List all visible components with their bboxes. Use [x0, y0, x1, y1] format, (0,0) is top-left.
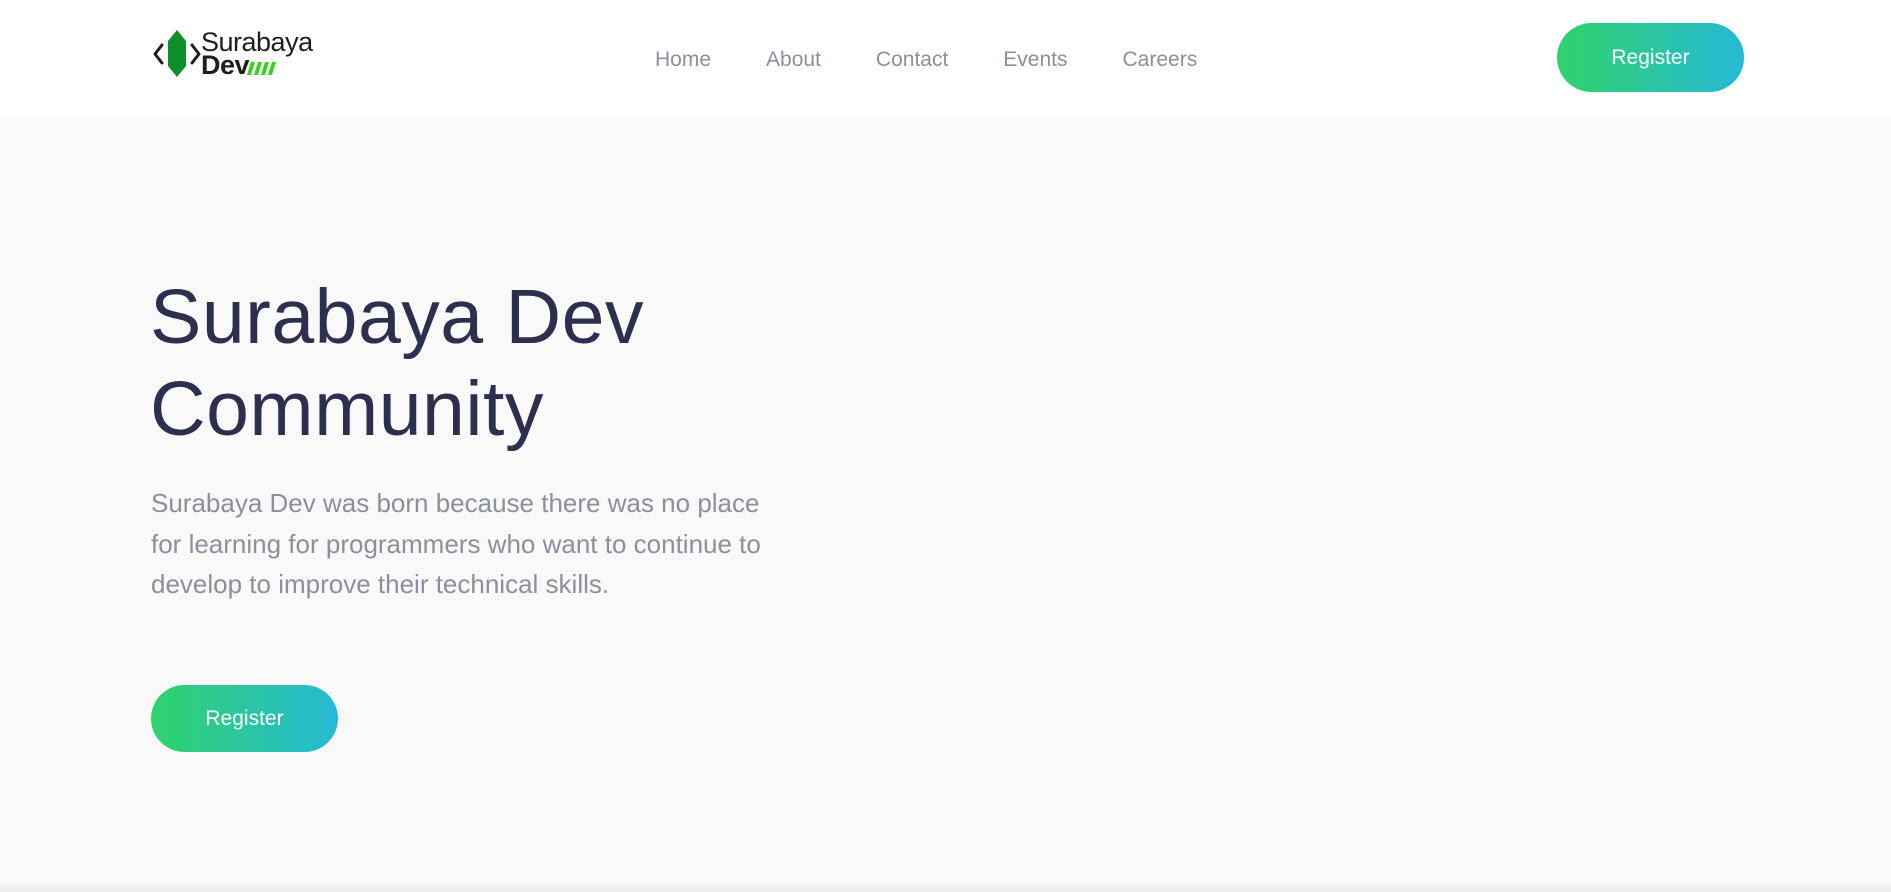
main-nav: Home About Contact Events Careers — [655, 45, 1197, 75]
hero-title-line-1: Surabaya Dev — [150, 274, 644, 360]
nav-contact[interactable]: Contact — [876, 45, 948, 75]
site-logo[interactable]: Surabaya Dev — [152, 27, 313, 81]
hero-title-line-2: Community — [150, 366, 544, 452]
navbar: Surabaya Dev Home About Contact Events C… — [0, 0, 1891, 117]
nav-careers[interactable]: Careers — [1123, 45, 1198, 75]
section-divider — [0, 885, 1891, 892]
hero-title: Surabaya Dev Community — [150, 271, 870, 455]
hero-register-button[interactable]: Register — [151, 685, 338, 752]
nav-home[interactable]: Home — [655, 45, 711, 75]
hero-description: Surabaya Dev was born because there was … — [151, 488, 761, 599]
nav-events[interactable]: Events — [1003, 45, 1067, 75]
nav-about[interactable]: About — [766, 45, 821, 75]
nav-register-button[interactable]: Register — [1557, 23, 1744, 92]
code-brackets-leaf-icon — [153, 30, 201, 77]
logo-stripes — [247, 62, 276, 75]
logo-text-dev: Dev — [201, 50, 250, 80]
hero-section: Surabaya Dev Community Surabaya Dev was … — [0, 117, 1891, 885]
